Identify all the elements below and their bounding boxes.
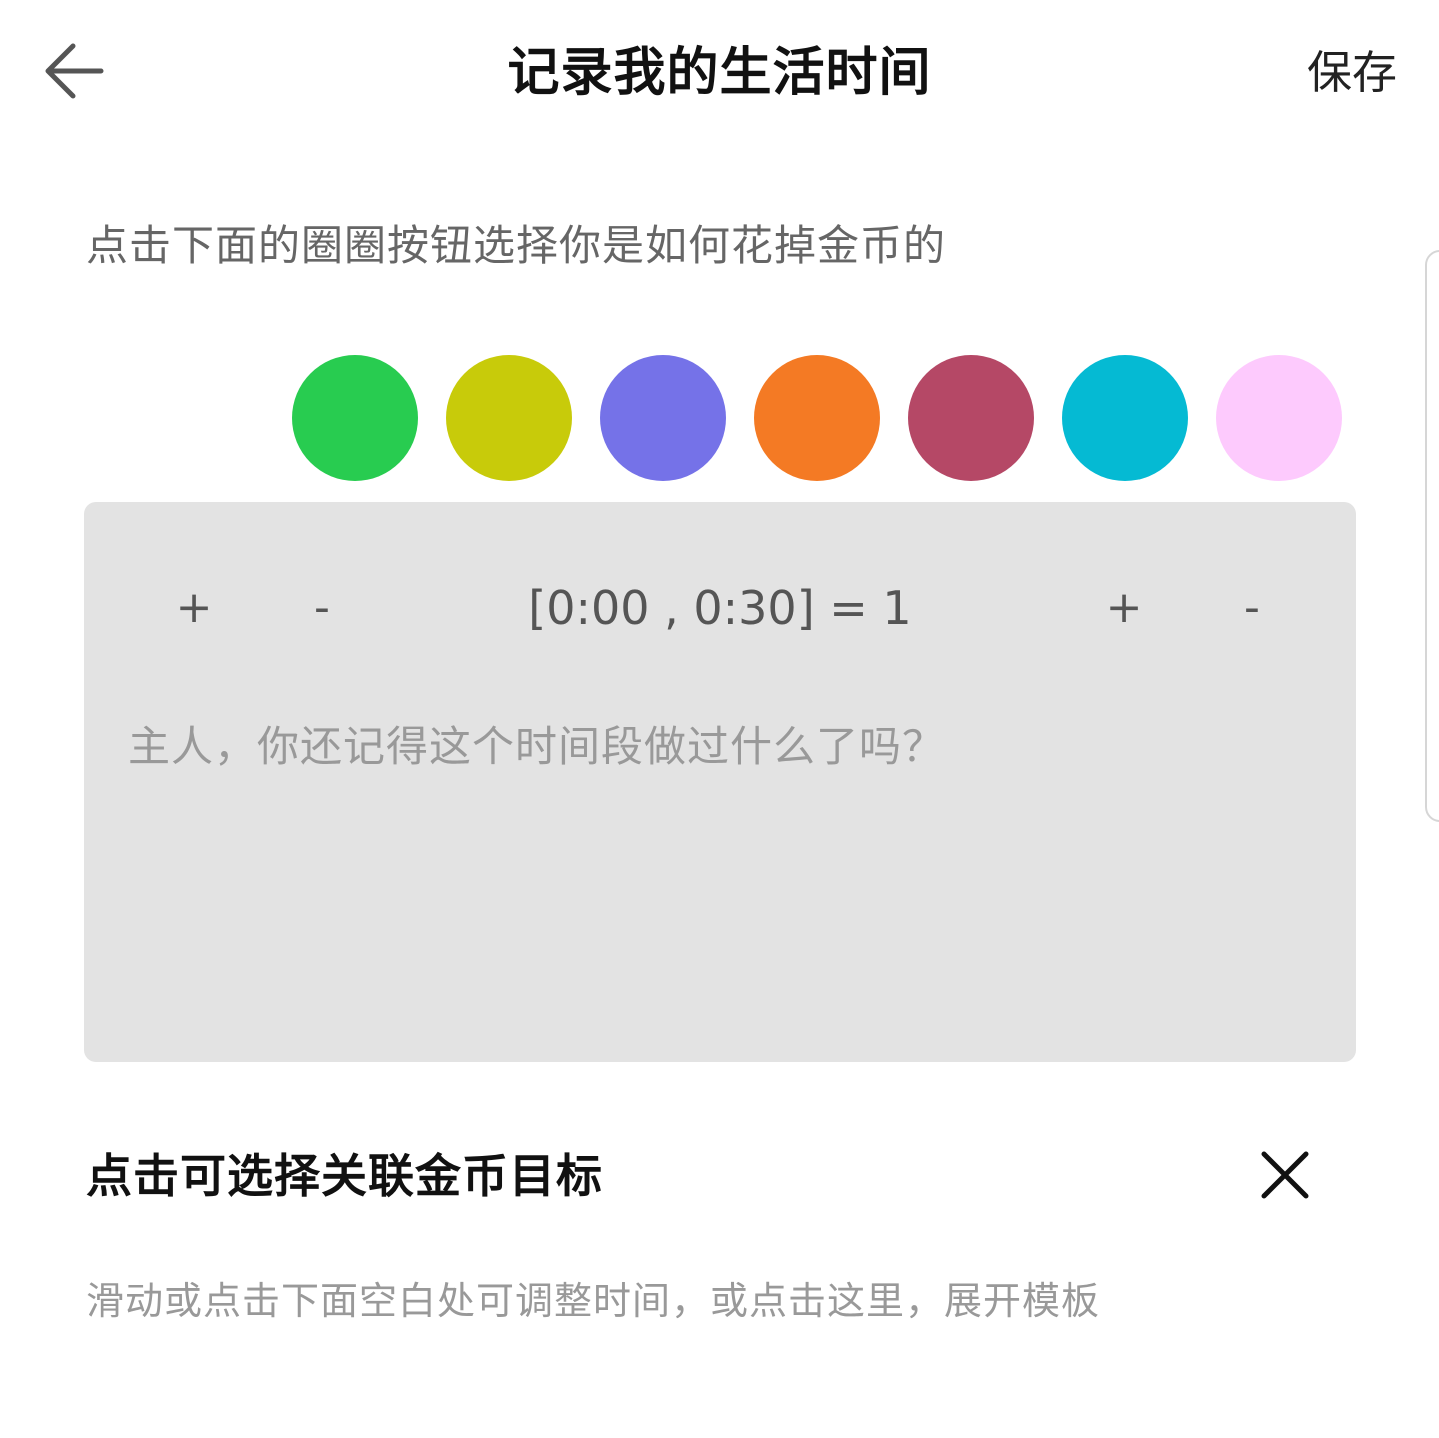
color-circle-cyan[interactable] <box>1062 355 1188 481</box>
start-time-minus-button[interactable]: - <box>292 572 352 644</box>
start-time-plus-button[interactable]: + <box>164 572 224 644</box>
color-circle-crimson[interactable] <box>908 355 1034 481</box>
select-coin-goal-button[interactable]: 点击可选择关联金币目标 <box>86 1144 603 1208</box>
end-time-plus-button[interactable]: + <box>1094 572 1154 644</box>
close-button[interactable] <box>1250 1140 1320 1210</box>
color-circle-orange[interactable] <box>754 355 880 481</box>
activity-note-input[interactable]: 主人，你还记得这个时间段做过什么了吗？ <box>128 716 945 778</box>
page-title: 记录我的生活时间 <box>507 43 932 103</box>
close-icon <box>1261 1151 1309 1199</box>
color-circle-purple[interactable] <box>600 355 726 481</box>
color-circle-olive[interactable] <box>446 355 572 481</box>
color-circle-green[interactable] <box>292 355 418 481</box>
save-button[interactable]: 保存 <box>1307 40 1397 106</box>
color-circle-pink[interactable] <box>1216 355 1342 481</box>
expand-template-hint[interactable]: 滑动或点击下面空白处可调整时间，或点击这里，展开模板 <box>86 1272 1100 1330</box>
side-scroll-handle[interactable] <box>1425 250 1439 822</box>
instruction-text: 点击下面的圈圈按钮选择你是如何花掉金币的 <box>86 221 947 270</box>
record-life-time-screen: 记录我的生活时间 保存 点击下面的圈圈按钮选择你是如何花掉金币的 + - [0:… <box>0 0 1439 1438</box>
end-time-minus-button[interactable]: - <box>1222 572 1282 644</box>
time-range-text: [0:00 , 0:30] = 1 <box>528 581 912 635</box>
